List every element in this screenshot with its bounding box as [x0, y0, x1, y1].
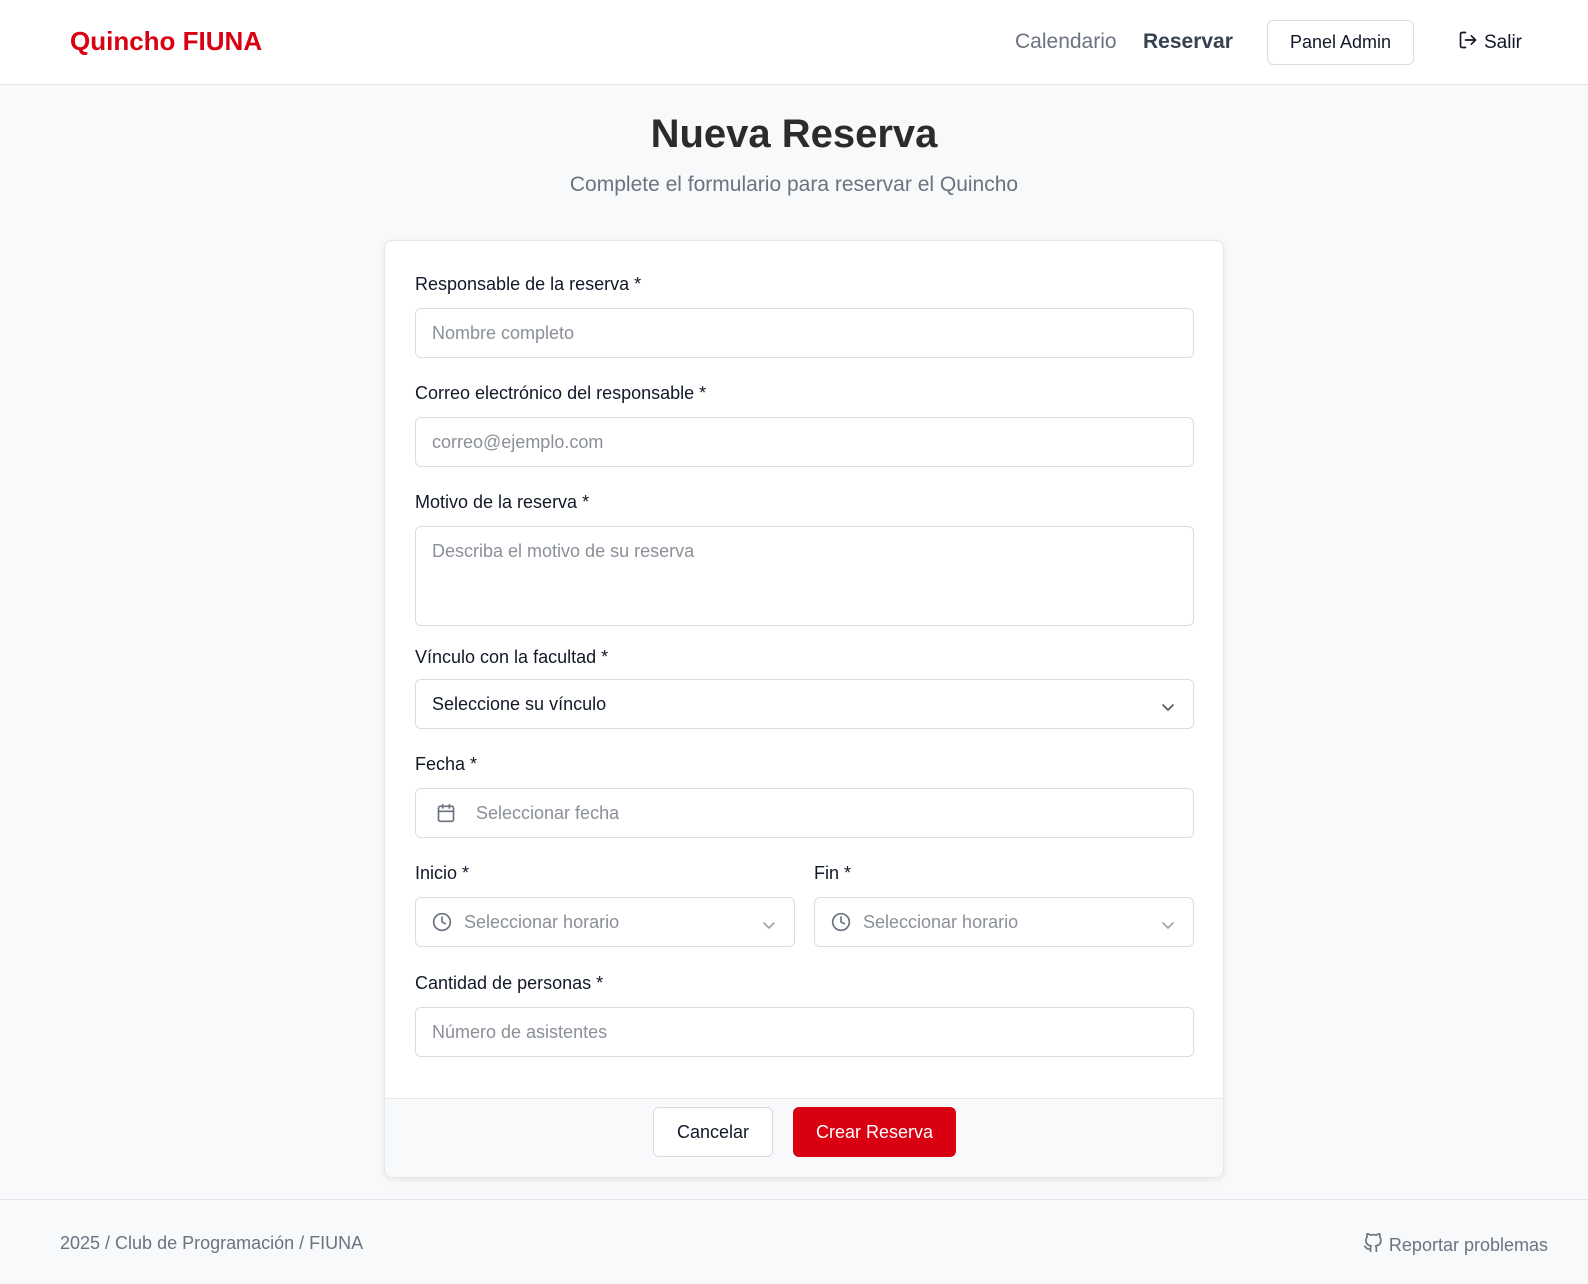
date-picker[interactable]: Seleccionar fecha — [415, 788, 1194, 838]
clock-icon — [432, 912, 452, 932]
page-footer: 2025 / Club de Programación / FIUNA Repo… — [0, 1199, 1588, 1284]
form-actions: Cancelar Crear Reserva — [385, 1098, 1223, 1177]
clock-icon — [831, 912, 851, 932]
end-label: Fin * — [814, 863, 852, 883]
responsible-input[interactable]: Nombre completo — [415, 308, 1194, 358]
logout-icon — [1458, 30, 1478, 56]
people-input[interactable]: Número de asistentes — [415, 1007, 1194, 1057]
logout-button[interactable]: Salir — [1458, 30, 1522, 56]
chevron-down-icon — [762, 916, 776, 937]
create-reservation-button[interactable]: Crear Reserva — [793, 1107, 956, 1157]
page-title: Nueva Reserva — [650, 112, 938, 156]
nav-calendar[interactable]: Calendario — [1015, 30, 1117, 54]
reason-placeholder: Describa el motivo de su reserva — [432, 541, 695, 561]
brand-logo[interactable]: Quincho FIUNA — [70, 26, 262, 57]
affiliation-selected: Seleccione su vínculo — [432, 693, 607, 714]
people-placeholder: Número de asistentes — [432, 1021, 608, 1042]
people-label: Cantidad de personas * — [415, 973, 604, 993]
logout-label: Salir — [1484, 32, 1523, 53]
end-time-select[interactable]: Seleccionar horario — [814, 897, 1194, 947]
start-time-select[interactable]: Seleccionar horario — [415, 897, 795, 947]
chevron-down-icon — [1161, 916, 1175, 937]
reason-textarea[interactable]: Describa el motivo de su reserva — [415, 526, 1194, 626]
report-problems-link[interactable]: Reportar problemas — [1363, 1232, 1548, 1258]
end-time-placeholder: Seleccionar horario — [863, 911, 1019, 932]
reservation-form-card: Responsable de la reserva * Nombre compl… — [384, 240, 1224, 1178]
responsible-label: Responsable de la reserva * — [415, 274, 642, 294]
reason-label: Motivo de la reserva * — [415, 492, 590, 512]
affiliation-label: Vínculo con la facultad * — [415, 647, 609, 667]
footer-credits: 2025 / Club de Programación / FIUNA — [60, 1233, 364, 1253]
email-input[interactable]: correo@ejemplo.com — [415, 417, 1194, 467]
chevron-down-icon — [1161, 698, 1175, 719]
affiliation-select[interactable]: Seleccione su vínculo — [415, 679, 1194, 729]
calendar-icon — [436, 803, 456, 823]
date-label: Fecha * — [415, 754, 478, 774]
navbar: Quincho FIUNA Calendario Reservar Panel … — [0, 0, 1588, 85]
admin-panel-button[interactable]: Panel Admin — [1267, 20, 1414, 65]
start-time-placeholder: Seleccionar horario — [464, 911, 620, 932]
github-icon — [1363, 1232, 1383, 1258]
responsible-placeholder: Nombre completo — [432, 322, 575, 343]
page-subtitle: Complete el formulario para reservar el … — [569, 173, 1019, 196]
email-label: Correo electrónico del responsable * — [415, 383, 707, 403]
nav-reserve[interactable]: Reservar — [1143, 30, 1233, 54]
cancel-button[interactable]: Cancelar — [653, 1107, 773, 1157]
email-placeholder: correo@ejemplo.com — [432, 431, 604, 452]
date-placeholder: Seleccionar fecha — [476, 802, 620, 823]
start-label: Inicio * — [415, 863, 470, 883]
report-problems-label: Reportar problemas — [1388, 1235, 1548, 1255]
